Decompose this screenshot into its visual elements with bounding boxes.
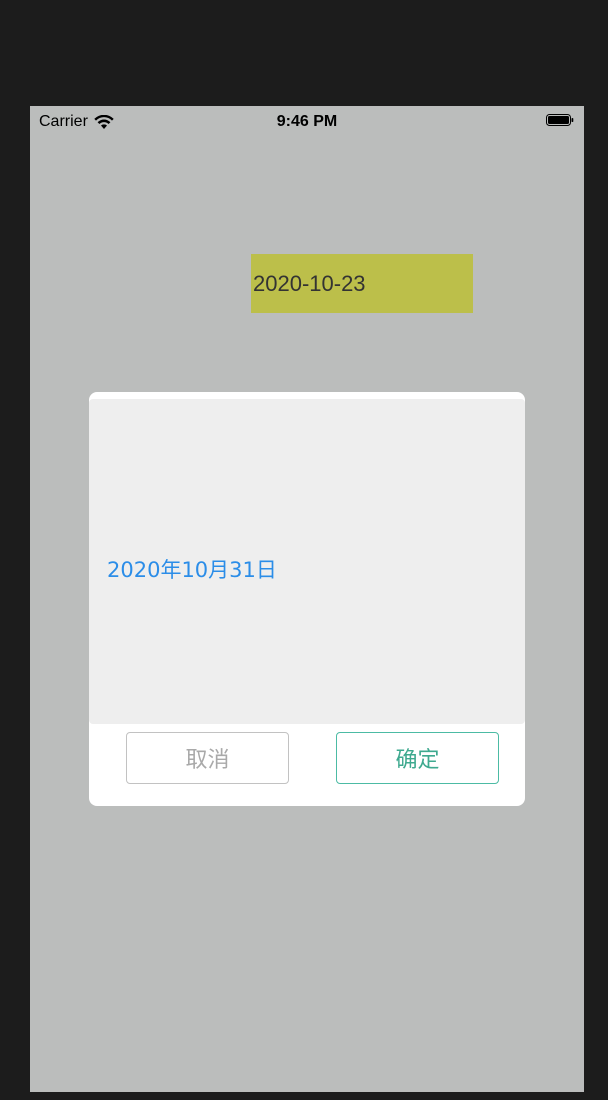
phone-screen: Carrier 9:46 PM 2020-10-23 2020年10月31日 取…: [30, 106, 584, 1092]
status-time: 9:46 PM: [276, 113, 338, 130]
date-picker-wheel[interactable]: 2020年10月31日: [89, 399, 525, 724]
confirm-button[interactable]: 确定: [336, 732, 499, 784]
date-picker-dialog: 2020年10月31日 取消 确定: [89, 392, 525, 806]
cancel-button-label: 取消: [185, 748, 230, 773]
battery-icon: [546, 114, 574, 126]
picker-selected-value: 2020年10月31日: [107, 558, 277, 582]
selected-date-label[interactable]: 2020-10-23: [251, 254, 473, 313]
selected-date-text: 2020-10-23: [253, 270, 366, 296]
confirm-button-label: 确定: [395, 748, 440, 773]
status-bar: Carrier 9:46 PM: [30, 106, 584, 136]
cancel-button[interactable]: 取消: [126, 732, 289, 784]
